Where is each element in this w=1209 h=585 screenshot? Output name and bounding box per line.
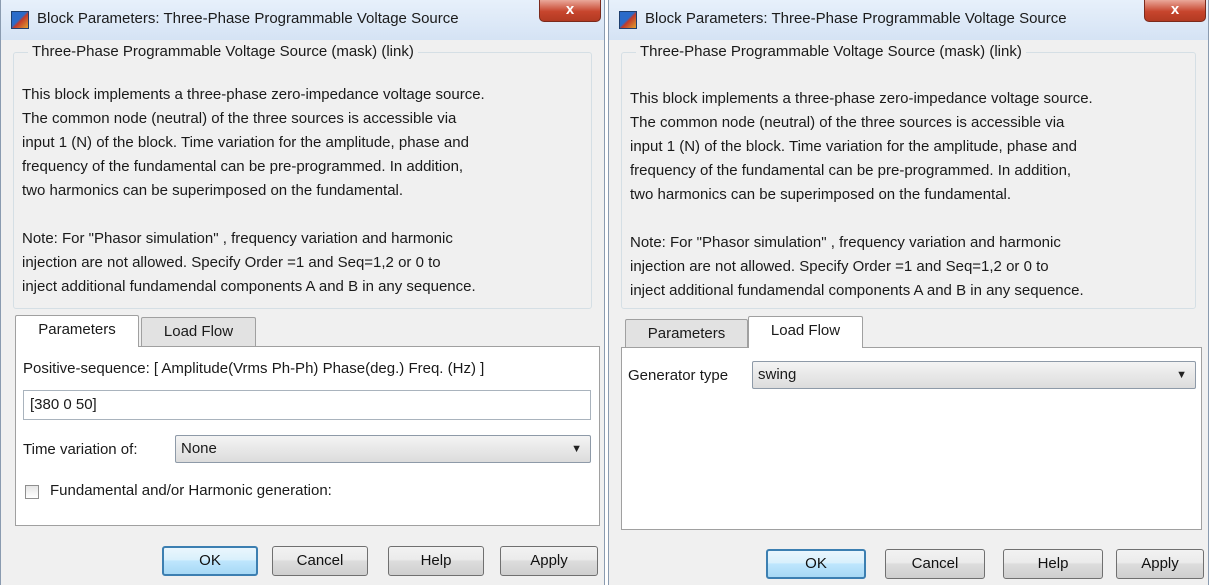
apply-button[interactable]: Apply xyxy=(1116,549,1204,579)
title-bar[interactable]: Block Parameters: Three-Phase Programmab… xyxy=(1,0,604,40)
load-flow-panel: Generator type swing ▼ xyxy=(621,347,1202,530)
cancel-button[interactable]: Cancel xyxy=(885,549,985,579)
description-group: Three-Phase Programmable Voltage Source … xyxy=(13,43,592,309)
apply-button[interactable]: Apply xyxy=(500,546,598,576)
group-title: Three-Phase Programmable Voltage Source … xyxy=(28,43,418,60)
generator-type-select[interactable]: swing ▼ xyxy=(752,361,1196,389)
dialog-parameters-tab: Block Parameters: Three-Phase Programmab… xyxy=(0,0,605,585)
ok-button[interactable]: OK xyxy=(162,546,258,576)
title-bar[interactable]: Block Parameters: Three-Phase Programmab… xyxy=(609,0,1208,40)
harmonic-generation-checkbox[interactable] xyxy=(25,485,39,499)
generator-type-label: Generator type xyxy=(628,367,729,384)
description-group: Three-Phase Programmable Voltage Source … xyxy=(621,43,1196,309)
chevron-down-icon: ▼ xyxy=(571,443,582,455)
tab-parameters[interactable]: Parameters xyxy=(625,319,748,349)
harmonic-generation-label: Fundamental and/or Harmonic generation: xyxy=(50,482,332,499)
simulink-block-icon xyxy=(11,11,29,29)
tab-parameters[interactable]: Parameters xyxy=(15,315,139,347)
positive-sequence-label: Positive-sequence: [ Amplitude(Vrms Ph-P… xyxy=(23,360,485,377)
time-variation-label: Time variation of: xyxy=(23,441,138,458)
time-variation-value: None xyxy=(181,440,217,457)
help-button[interactable]: Help xyxy=(388,546,484,576)
block-description: This block implements a three-phase zero… xyxy=(22,86,485,295)
group-title: Three-Phase Programmable Voltage Source … xyxy=(636,43,1026,60)
parameters-panel: Positive-sequence: [ Amplitude(Vrms Ph-P… xyxy=(15,346,600,526)
time-variation-select[interactable]: None ▼ xyxy=(175,435,591,463)
block-description: This block implements a three-phase zero… xyxy=(630,90,1093,299)
generator-type-value: swing xyxy=(758,366,797,383)
positive-sequence-input[interactable]: [380 0 50] xyxy=(23,390,591,420)
ok-button[interactable]: OK xyxy=(766,549,866,579)
simulink-block-icon xyxy=(619,11,637,29)
tab-load-flow[interactable]: Load Flow xyxy=(141,317,256,347)
dialog-load-flow-tab: Block Parameters: Three-Phase Programmab… xyxy=(608,0,1209,585)
window-title: Block Parameters: Three-Phase Programmab… xyxy=(37,10,459,27)
window-title: Block Parameters: Three-Phase Programmab… xyxy=(645,10,1067,27)
close-button[interactable]: x xyxy=(1144,0,1206,22)
cancel-button[interactable]: Cancel xyxy=(272,546,368,576)
close-button[interactable]: x xyxy=(539,0,601,22)
chevron-down-icon: ▼ xyxy=(1176,369,1187,381)
help-button[interactable]: Help xyxy=(1003,549,1103,579)
tab-load-flow[interactable]: Load Flow xyxy=(748,316,863,348)
